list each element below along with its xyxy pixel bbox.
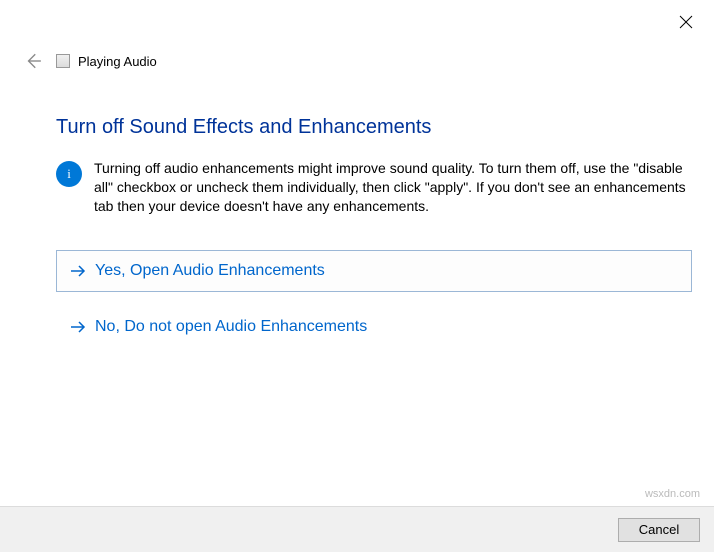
arrow-right-icon	[69, 318, 87, 336]
footer: Cancel	[0, 506, 714, 552]
audio-icon	[56, 54, 70, 68]
cancel-button[interactable]: Cancel	[618, 518, 700, 542]
info-text: Turning off audio enhancements might imp…	[94, 159, 692, 216]
option-yes-open-enhancements[interactable]: Yes, Open Audio Enhancements	[56, 250, 692, 292]
option-no-label: No, Do not open Audio Enhancements	[95, 318, 367, 336]
option-no-open-enhancements[interactable]: No, Do not open Audio Enhancements	[56, 306, 692, 348]
header-title: Playing Audio	[78, 54, 157, 69]
content-area: Turn off Sound Effects and Enhancements …	[56, 116, 692, 362]
watermark: wsxdn.com	[645, 488, 700, 500]
close-button[interactable]	[678, 14, 694, 30]
page-heading: Turn off Sound Effects and Enhancements	[56, 116, 692, 139]
info-icon: i	[56, 161, 82, 187]
back-arrow-icon[interactable]	[24, 52, 42, 70]
arrow-right-icon	[69, 262, 87, 280]
header: Playing Audio	[24, 52, 157, 70]
option-yes-label: Yes, Open Audio Enhancements	[95, 262, 325, 280]
info-row: i Turning off audio enhancements might i…	[56, 159, 692, 216]
